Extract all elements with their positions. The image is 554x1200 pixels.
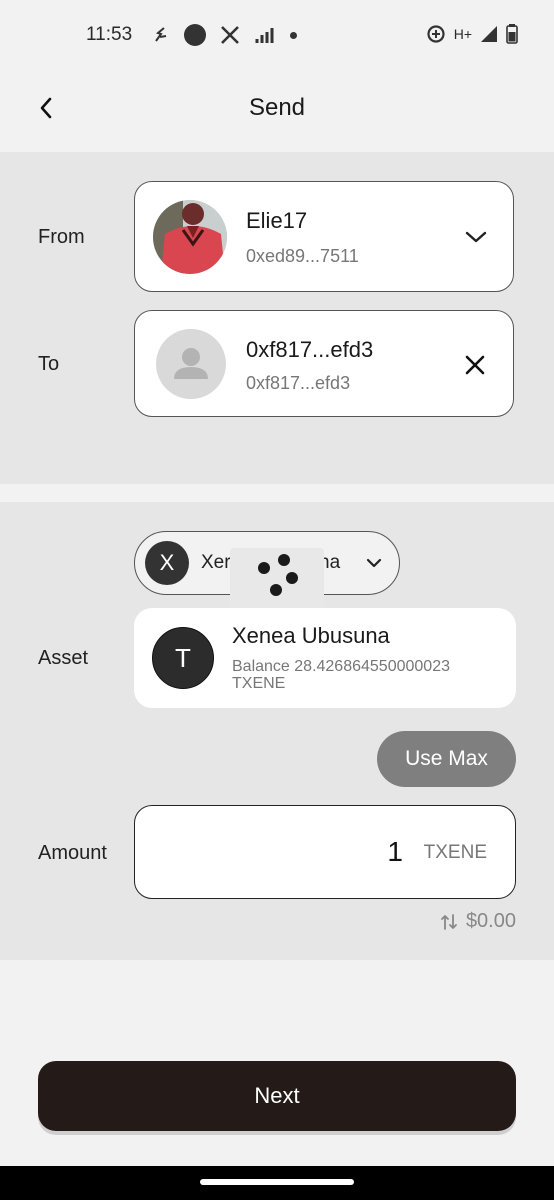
status-time: 11:53: [86, 24, 133, 45]
amount-input[interactable]: 1 TXENE: [134, 805, 516, 899]
spinner-dot: [278, 554, 290, 566]
signal-icon: [481, 26, 497, 42]
chevron-down-icon: [366, 558, 382, 568]
from-label: From: [38, 226, 85, 248]
token-icon: T: [152, 627, 214, 689]
person-icon: [174, 348, 208, 379]
avatar: [153, 200, 227, 274]
home-handle[interactable]: [200, 1179, 354, 1185]
from-account-selector[interactable]: Elie17 0xed89...7511: [134, 181, 514, 292]
chevron-down-icon: [465, 231, 487, 243]
x-logo-icon: [221, 26, 239, 44]
app-icon: [155, 27, 167, 42]
battery-icon: [506, 24, 518, 44]
use-max-button[interactable]: Use Max: [377, 731, 516, 787]
notification-icons: [152, 24, 297, 46]
to-recipient-field[interactable]: 0xf817...efd3 0xf817...efd3: [134, 310, 514, 417]
circle-icon: [184, 24, 206, 46]
network-type: H+: [453, 26, 472, 42]
avatar-placeholder: [156, 329, 226, 399]
amount-value: 1: [387, 836, 403, 867]
swap-vertical-icon: [441, 913, 457, 930]
header: Send: [0, 72, 554, 152]
signal-chart-icon: [255, 28, 274, 43]
amount-unit: TXENE: [423, 842, 487, 863]
spinner-dot: [270, 584, 282, 596]
page-title: Send: [248, 94, 306, 121]
asset-card[interactable]: T Xenea Ubusuna Balance 28.4268645500000…: [134, 608, 516, 708]
next-button[interactable]: Next: [38, 1061, 516, 1131]
clear-recipient-button[interactable]: [459, 349, 491, 381]
spinner-dot: [258, 562, 270, 574]
to-label: To: [38, 353, 60, 375]
dot-icon: [290, 31, 297, 39]
spinner-dot: [286, 572, 298, 584]
profile-photo: [153, 200, 227, 274]
asset-selector-dropdown[interactable]: [363, 552, 385, 574]
status-bar: 11:53 H+: [0, 0, 554, 72]
system-icons: H+: [426, 24, 518, 44]
recipient-name: 0xf817...efd3: [246, 337, 374, 362]
account-dropdown-button[interactable]: [461, 222, 491, 252]
from-account-name: Elie17: [246, 208, 308, 233]
fiat-value: $0.00: [465, 910, 516, 932]
data-saver-icon: [427, 25, 445, 43]
network-token-icon: X: [145, 541, 189, 585]
navigation-bar: [0, 1166, 554, 1200]
amount-label: Amount: [38, 842, 107, 864]
from-account-address: 0xed89...7511: [246, 246, 359, 266]
fiat-conversion[interactable]: $0.00: [440, 910, 516, 933]
asset-selector-label: Xer: [201, 552, 231, 573]
asset-label: Asset: [38, 647, 89, 669]
asset-name: Xenea Ubusuna: [232, 623, 390, 648]
recipient-address: 0xf817...efd3: [246, 373, 351, 393]
close-icon: [465, 355, 485, 375]
loading-spinner: [230, 548, 324, 608]
asset-balance: Balance 28.426864550000023 TXENE: [232, 658, 450, 692]
